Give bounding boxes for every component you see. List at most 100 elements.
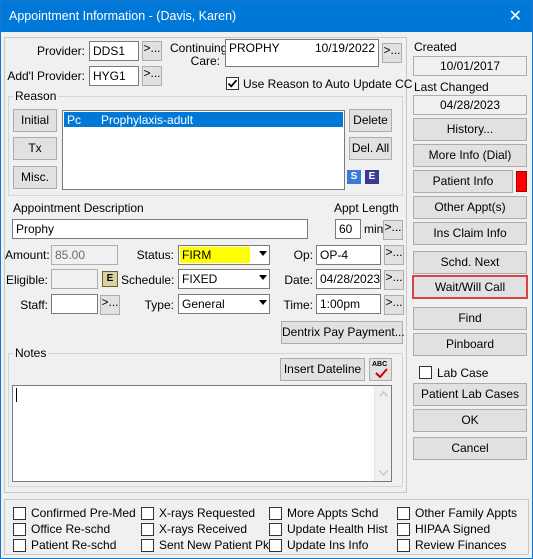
- eligible-label: Eligible:: [5, 273, 48, 287]
- lab-case-label: Lab Case: [437, 366, 489, 380]
- continuing-care-field[interactable]: PROPHY 10/19/2022: [225, 39, 379, 67]
- schedule-select[interactable]: FIXED: [178, 269, 270, 289]
- notes-scrollbar[interactable]: [374, 386, 391, 481]
- flag-checkbox-label: Confirmed Pre-Med: [31, 506, 136, 520]
- lab-case-checkbox[interactable]: [419, 366, 432, 379]
- appt-length-button[interactable]: >...: [383, 220, 403, 240]
- time-label: Time:: [283, 298, 313, 312]
- flag-checkbox[interactable]: [13, 539, 26, 552]
- staff-lookup-button[interactable]: >...: [100, 295, 120, 315]
- provider-lookup-button[interactable]: >...: [142, 41, 162, 61]
- type-select[interactable]: General: [178, 294, 270, 314]
- ins-claim-info-button[interactable]: Ins Claim Info: [413, 222, 527, 245]
- created-value: 10/01/2017: [413, 56, 527, 76]
- scroll-down-icon[interactable]: [379, 470, 388, 476]
- text-cursor: [16, 388, 17, 402]
- addl-provider-input[interactable]: HYG1: [89, 66, 139, 86]
- staff-label: Staff:: [20, 298, 48, 312]
- flag-checkbox[interactable]: [269, 539, 282, 552]
- other-appts-button[interactable]: Other Appt(s): [413, 196, 527, 219]
- find-button[interactable]: Find: [413, 307, 527, 330]
- flag-checkbox[interactable]: [141, 539, 154, 552]
- continuing-care-label-1: Continuing: [170, 41, 228, 55]
- window-title: Appointment Information - (Davis, Karen): [9, 9, 237, 23]
- flag-checkbox-label: X-rays Requested: [159, 506, 256, 520]
- reason-tx-button[interactable]: Tx: [13, 137, 57, 160]
- flag-checkbox[interactable]: [269, 523, 282, 536]
- pinboard-button[interactable]: Pinboard: [413, 333, 527, 356]
- flag-checkbox[interactable]: [397, 539, 410, 552]
- appt-length-unit: min: [364, 222, 384, 236]
- status-select[interactable]: FIRM: [178, 245, 270, 265]
- chevron-down-icon: [259, 251, 267, 256]
- notes-textarea[interactable]: [12, 385, 392, 482]
- op-input[interactable]: OP-4: [316, 245, 381, 265]
- status-value: FIRM: [180, 247, 250, 263]
- scroll-up-icon[interactable]: [379, 391, 388, 397]
- staff-input[interactable]: [51, 294, 98, 314]
- flag-checkbox-label: X-rays Received: [159, 522, 248, 536]
- reason-misc-button[interactable]: Misc.: [13, 166, 57, 189]
- time-lookup-button[interactable]: >...: [384, 295, 404, 315]
- chevron-down-icon: [259, 275, 267, 280]
- more-info-button[interactable]: More Info (Dial): [413, 144, 527, 167]
- flag-checkbox[interactable]: [13, 523, 26, 536]
- insert-dateline-button[interactable]: Insert Dateline: [280, 358, 365, 381]
- schedule-label: Schedule:: [121, 273, 175, 287]
- use-reason-checkbox[interactable]: [226, 77, 239, 90]
- addl-provider-label: Add'l Provider:: [7, 69, 85, 83]
- date-label: Date:: [284, 273, 313, 287]
- close-icon[interactable]: ✕: [509, 6, 522, 26]
- notes-group-title: Notes: [13, 346, 49, 360]
- continuing-care-lookup-button[interactable]: >...: [382, 43, 402, 63]
- reason-initial-button[interactable]: Initial: [13, 109, 57, 132]
- reason-del-all-button[interactable]: Del. All: [349, 137, 392, 160]
- cancel-button[interactable]: Cancel: [413, 437, 527, 460]
- flag-checkbox-label: More Appts Schd: [287, 506, 379, 520]
- provider-input[interactable]: DDS1: [89, 41, 139, 61]
- spell-check-icon: [375, 368, 388, 378]
- flag-checkbox[interactable]: [397, 523, 410, 536]
- ok-button[interactable]: OK: [413, 409, 527, 432]
- appt-description-input[interactable]: Prophy: [12, 219, 308, 239]
- date-lookup-button[interactable]: >...: [384, 270, 404, 290]
- flag-checkbox-label: Other Family Appts: [415, 506, 518, 520]
- flag-checkbox[interactable]: [13, 507, 26, 520]
- last-changed-value: 04/28/2023: [413, 95, 527, 115]
- flag-checkbox-label: HIPAA Signed: [415, 522, 491, 536]
- schd-next-button[interactable]: Schd. Next: [413, 251, 527, 274]
- appointment-window: Appointment Information - (Davis, Karen)…: [0, 0, 533, 559]
- patient-lab-cases-button[interactable]: Patient Lab Cases: [413, 383, 527, 406]
- history-button[interactable]: History...: [413, 118, 527, 141]
- spell-check-button[interactable]: ABC: [369, 358, 392, 381]
- time-input[interactable]: 1:00pm: [316, 294, 381, 314]
- created-label: Created: [414, 40, 457, 54]
- e-icon[interactable]: E: [365, 170, 379, 184]
- flag-checkbox[interactable]: [269, 507, 282, 520]
- reason-list-item[interactable]: Pc Prophylaxis-adult: [64, 112, 343, 127]
- flag-checkbox-label: Sent New Patient Pkg: [159, 538, 276, 552]
- flag-checkbox[interactable]: [141, 507, 154, 520]
- flag-checkbox-label: Update Ins Info: [287, 538, 369, 552]
- dentrix-pay-button[interactable]: Dentrix Pay Payment...: [281, 321, 405, 344]
- op-lookup-button[interactable]: >...: [384, 245, 404, 265]
- last-changed-label: Last Changed: [414, 80, 489, 94]
- reason-list[interactable]: Pc Prophylaxis-adult: [62, 110, 345, 190]
- appt-length-label: Appt Length: [334, 201, 399, 215]
- date-input[interactable]: 04/28/2023: [316, 269, 381, 289]
- flag-checkbox[interactable]: [397, 507, 410, 520]
- op-label: Op:: [293, 248, 313, 262]
- continuing-care-date: 10/19/2022: [314, 41, 375, 55]
- addl-provider-lookup-button[interactable]: >...: [142, 66, 162, 86]
- s-icon[interactable]: S: [347, 170, 361, 184]
- flag-checkbox[interactable]: [141, 523, 154, 536]
- eligibility-icon[interactable]: E: [102, 271, 118, 287]
- type-value: General: [182, 297, 225, 311]
- wait-will-call-button[interactable]: Wait/Will Call: [412, 275, 528, 299]
- appt-length-input[interactable]: 60: [335, 219, 361, 239]
- provider-label: Provider:: [36, 44, 85, 58]
- continuing-care-label-2: Care:: [190, 54, 220, 68]
- reason-delete-button[interactable]: Delete: [349, 109, 392, 132]
- amount-label: Amount:: [5, 248, 50, 262]
- patient-info-button[interactable]: Patient Info: [413, 170, 513, 193]
